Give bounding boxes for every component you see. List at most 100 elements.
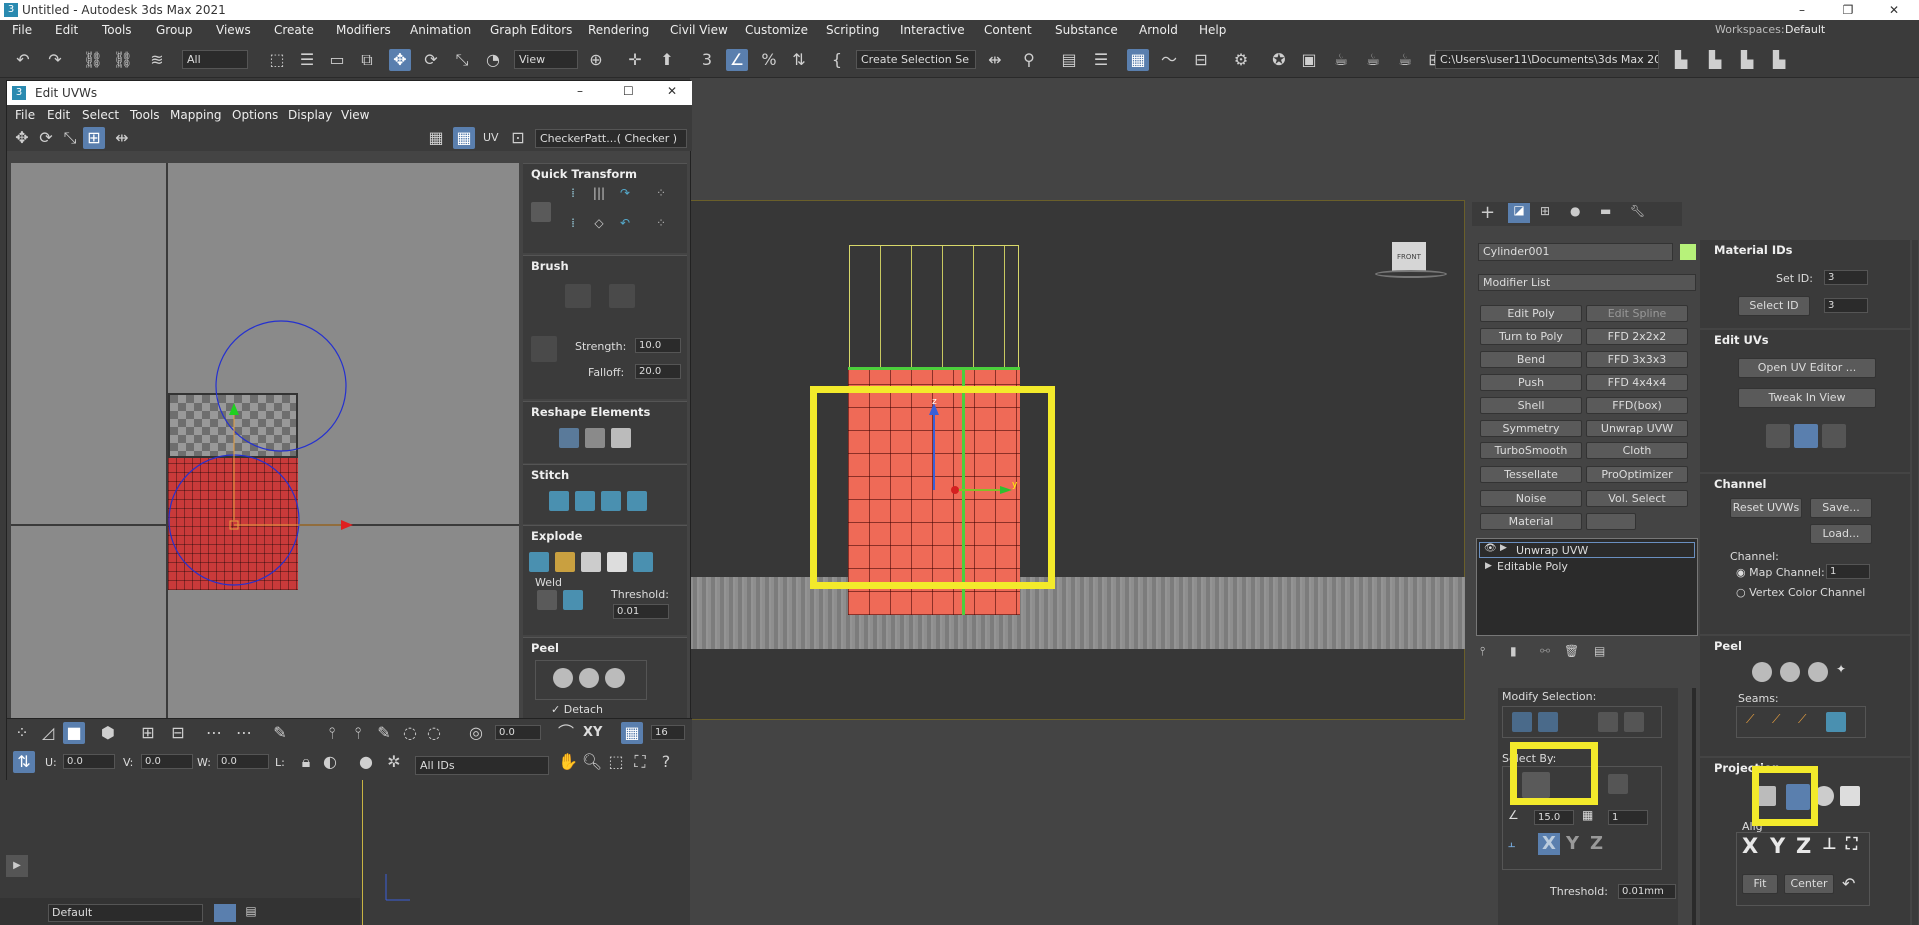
reset-align-icon[interactable]: ↶ [1842, 874, 1862, 894]
menu-customize[interactable]: Customize [745, 23, 808, 37]
seam-edge-icon[interactable]: ⟋ [1772, 712, 1792, 732]
hide-icon[interactable]: ◐ [319, 751, 341, 773]
rollout-stitch-title[interactable]: Stitch [531, 468, 569, 482]
ring-select-icon[interactable]: ⋯ [233, 722, 255, 744]
threshold-spinner[interactable]: 0.01mm [1618, 884, 1676, 899]
polygon-mode-icon[interactable]: ■ [63, 722, 85, 744]
seam-point-icon[interactable]: ⟋ [1746, 712, 1766, 732]
brush-falloff-icon[interactable] [531, 336, 557, 362]
menu-tools[interactable]: Tools [102, 23, 132, 37]
menu-help[interactable]: Help [1199, 23, 1226, 37]
select-by-name-icon[interactable]: ☰ [296, 49, 318, 71]
select-object-icon[interactable]: ⬚ [266, 49, 288, 71]
save-button[interactable]: Save... [1810, 498, 1872, 518]
mod-ffd-2-button[interactable]: FFD 2x2x2 [1586, 328, 1688, 345]
window-crossing-icon[interactable]: ⧉ [356, 49, 378, 71]
mod-turbosmooth-button[interactable]: TurboSmooth [1480, 442, 1582, 459]
grid-size-spinner[interactable]: 16 [651, 725, 685, 740]
pin-stack-icon[interactable]: ⫯ [1480, 644, 1485, 659]
select-by-smooth-icon[interactable] [1608, 774, 1628, 794]
mod-edit-spline-button[interactable]: Edit Spline [1586, 305, 1688, 322]
reset-peel-icon[interactable] [605, 668, 625, 688]
mod-material-button[interactable]: Material [1480, 513, 1582, 530]
utilities-tab-icon[interactable]: 🔧︎ [1630, 204, 1645, 218]
material-editor-icon[interactable]: ⚙ [1230, 49, 1252, 71]
peel-mode-btn-icon[interactable] [1780, 662, 1800, 682]
smoothing-group-icon[interactable]: ▦ [1582, 808, 1602, 828]
uv-relax-icon[interactable] [1822, 424, 1846, 448]
uvw-menu-mapping[interactable]: Mapping [170, 108, 222, 122]
uvw-show-map-icon[interactable]: ▦ [425, 127, 447, 149]
qt-pivot-icon[interactable] [531, 202, 551, 222]
reference-coordinate-dropdown[interactable]: View [514, 50, 578, 69]
zoom-region-icon[interactable]: ⬚ [605, 751, 627, 773]
planar-angle-icon[interactable]: ⫠ [1508, 836, 1528, 856]
rollout-reshape-title[interactable]: Reshape Elements [531, 405, 650, 419]
material-ids-title[interactable]: Material IDs [1714, 243, 1793, 257]
menu-civil-view[interactable]: Civil View [670, 23, 728, 37]
rotation-icon[interactable]: ◎ [465, 722, 487, 744]
map-channel-spinner[interactable]: 1 [1826, 564, 1870, 579]
select-id-spinner[interactable]: 3 [1824, 298, 1868, 313]
straighten-icon[interactable] [559, 428, 579, 448]
align-icon[interactable]: ⚲ [1018, 49, 1040, 71]
zoom-icon[interactable]: 🔍︎ [581, 751, 603, 773]
qt-space-v-icon[interactable]: ⁘ [651, 216, 671, 236]
soft-brush-icon[interactable]: ◌ [423, 722, 445, 744]
xy-label[interactable]: XY [583, 725, 602, 740]
paint-select-icon[interactable]: ✎ [269, 722, 291, 744]
seam-loop-icon[interactable]: ⟋ [1798, 712, 1818, 732]
menu-animation[interactable]: Animation [410, 23, 471, 37]
close-icon[interactable]: ✕ [1871, 0, 1917, 20]
u-spinner[interactable]: 0.0 [63, 754, 115, 769]
align-normal-icon[interactable]: ⊥ [1822, 834, 1837, 853]
object-name-field[interactable]: Cylinder001 [1478, 243, 1673, 261]
center-button[interactable]: Center [1784, 874, 1834, 894]
select-y-icon[interactable]: Y [1566, 833, 1579, 854]
edit-named-selection-icon[interactable]: { [826, 49, 848, 71]
fit-button[interactable]: Fit [1742, 874, 1778, 894]
uvw-mirror-icon[interactable]: ⇹ [111, 127, 133, 149]
workspaces-select[interactable]: Default [1785, 23, 1825, 36]
rect-selection-icon[interactable]: ▭ [326, 49, 348, 71]
uvw-freeform-icon[interactable]: ⊞ [83, 127, 105, 149]
set-id-spinner[interactable]: 3 [1824, 270, 1868, 285]
menu-file[interactable]: File [12, 23, 32, 37]
modify-tab-icon[interactable]: ◪ [1508, 203, 1530, 223]
eye-icon[interactable]: 👁︎ [1484, 543, 1497, 554]
loop-icon[interactable] [1598, 712, 1618, 732]
uvw-rotate-icon[interactable]: ⟳ [35, 127, 57, 149]
reset-uvws-button[interactable]: Reset UVWs [1730, 498, 1802, 518]
mod-shell-button[interactable]: Shell [1480, 397, 1582, 414]
named-selection-dropdown[interactable]: Create Selection Se [856, 50, 976, 69]
mod-push-button[interactable]: Push [1480, 374, 1582, 391]
mod-symmetry-button[interactable]: Symmetry [1480, 420, 1582, 437]
uv-canvas[interactable] [11, 163, 519, 718]
project-folder-icon[interactable]: ▙ [1670, 49, 1692, 71]
align-z-icon[interactable]: Z [1796, 834, 1811, 858]
vertex-mode-icon[interactable]: ⁘ [11, 722, 33, 744]
toggle-ribbon-icon[interactable]: ▦ [1127, 49, 1149, 71]
rollout-quick-transform-title[interactable]: Quick Transform [531, 167, 637, 181]
menu-arnold[interactable]: Arnold [1139, 23, 1178, 37]
angle-snap-icon[interactable]: ∠ [726, 49, 748, 71]
restore-icon[interactable]: ❐ [1825, 0, 1871, 20]
menu-content[interactable]: Content [984, 23, 1032, 37]
qt-align-v-icon[interactable]: ⁞ [563, 216, 583, 236]
menu-graph-editors[interactable]: Graph Editors [490, 23, 572, 37]
motion-tab-icon[interactable]: ● [1570, 204, 1580, 218]
relax-options-icon[interactable] [611, 428, 631, 448]
hierarchy-tab-icon[interactable]: ⊞ [1540, 204, 1550, 218]
freeze-icon[interactable]: ✲ [383, 751, 405, 773]
menu-views[interactable]: Views [216, 23, 251, 37]
menu-modifiers[interactable]: Modifiers [336, 23, 391, 37]
explode-smooth-icon[interactable] [581, 552, 601, 572]
mod-prooptimizer-button[interactable]: ProOptimizer [1586, 466, 1688, 483]
qt-center-icon[interactable]: ◇ [589, 216, 609, 236]
id-filter-dropdown[interactable]: All IDs [415, 756, 549, 775]
rollout-explode-title[interactable]: Explode [531, 529, 582, 543]
object-color-swatch[interactable] [1680, 244, 1696, 260]
configure-sets-icon[interactable]: ▤ [1594, 644, 1605, 658]
mod-ffd-box-button[interactable]: FFD(box) [1586, 397, 1688, 414]
keyboard-shortcut-override-icon[interactable]: ⬆ [656, 49, 678, 71]
